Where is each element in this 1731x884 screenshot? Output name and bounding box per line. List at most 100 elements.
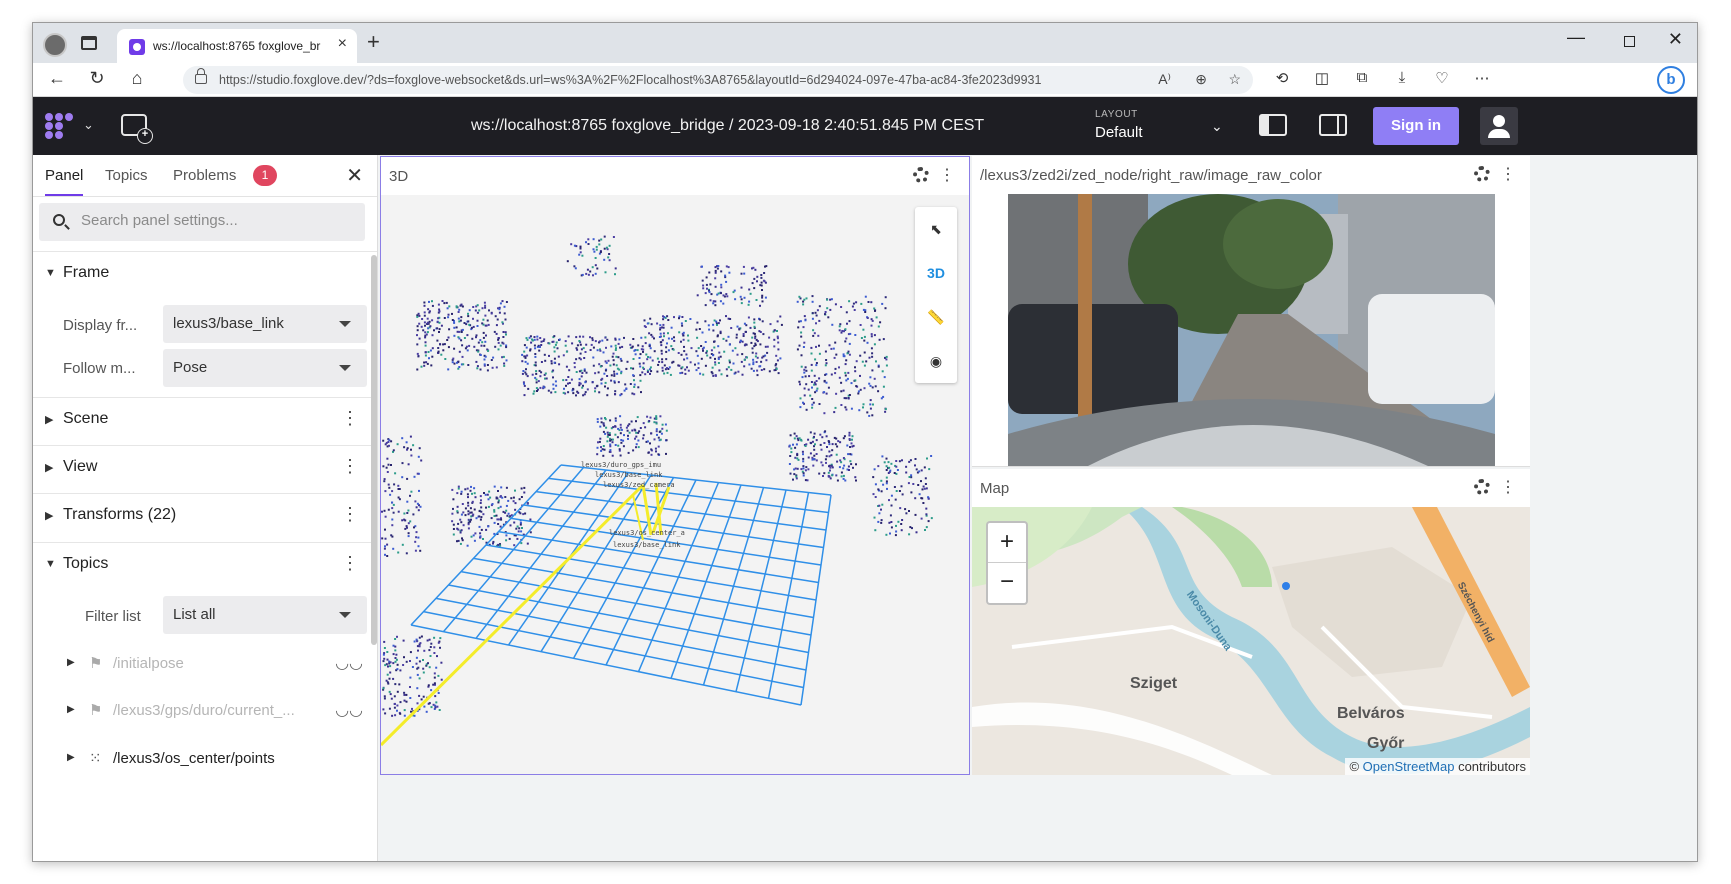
browser-tab[interactable]: ws://localhost:8765 foxglove_bridge × (117, 29, 357, 63)
section-scene[interactable]: ▶ Scene ⋮ (33, 397, 377, 445)
expand-caret-icon[interactable]: ▼ (45, 558, 56, 570)
cloud-point (614, 273, 616, 276)
left-sidebar-toggle-icon[interactable] (1259, 114, 1287, 136)
cloud-point (888, 521, 891, 524)
expand-caret-icon[interactable]: ▶ (45, 413, 53, 426)
panel-3d[interactable]: 3D ⋮ lexus3/duro_gps_imu lexus3/base_lin… (380, 156, 970, 775)
close-window-button[interactable]: ✕ (1668, 29, 1683, 50)
cloud-point (704, 364, 707, 367)
right-sidebar-toggle-icon[interactable] (1319, 114, 1347, 136)
openstreetmap-link[interactable]: OpenStreetMap (1363, 759, 1455, 774)
tab-problems[interactable]: Problems (173, 167, 236, 184)
new-tab-button[interactable]: + (367, 29, 380, 55)
sidebar-scrollbar[interactable] (371, 255, 377, 645)
expand-caret-icon[interactable]: ▶ (67, 704, 75, 715)
data-source-title[interactable]: ws://localhost:8765 foxglove_bridge / 20… (471, 117, 984, 135)
panel-menu-icon[interactable]: ⋮ (1500, 477, 1516, 497)
reload-button[interactable]: ↻ (85, 68, 109, 89)
gear-icon[interactable] (1474, 166, 1490, 182)
expand-caret-icon[interactable]: ▶ (45, 509, 53, 522)
zoom-icon[interactable]: ⊕ (1195, 71, 1207, 88)
collections-icon[interactable]: ⧉ (1351, 69, 1373, 86)
section-frame-label: Frame (63, 264, 110, 281)
cloud-point (501, 300, 504, 303)
tab-actions-icon[interactable] (81, 36, 97, 50)
read-aloud-icon[interactable]: A⁾ (1158, 71, 1171, 88)
panel-menu-icon[interactable]: ⋮ (1500, 164, 1516, 184)
section-menu-icon[interactable]: ⋮ (341, 408, 359, 429)
app-menu-chevron-icon[interactable]: ⌄ (83, 117, 94, 133)
cloud-point (412, 513, 415, 516)
cloud-point (534, 353, 537, 355)
more-menu-icon[interactable]: ⋯ (1471, 69, 1493, 87)
tab-close-icon[interactable]: × (338, 35, 347, 53)
maximize-button[interactable] (1624, 36, 1635, 47)
panel-menu-icon[interactable]: ⋮ (939, 165, 955, 185)
topic-row[interactable]: ▶ ⚑ /initialpose ◡◡ (33, 641, 377, 689)
visibility-hidden-icon[interactable]: ◡◡ (335, 700, 363, 720)
zoom-in-button[interactable]: + (988, 523, 1026, 563)
cloud-point (443, 317, 446, 319)
select-cursor-icon[interactable]: ⬉ (915, 207, 957, 251)
extensions-icon[interactable]: ⟲ (1271, 69, 1293, 87)
layout-selector[interactable]: Default (1095, 124, 1143, 141)
measure-ruler-icon[interactable]: 📏 (915, 295, 957, 339)
tab-topics[interactable]: Topics (105, 167, 148, 184)
user-account-icon[interactable] (1480, 107, 1518, 145)
layout-chevron-icon[interactable]: ⌄ (1211, 118, 1223, 135)
panel-map[interactable]: Map ⋮ Sziget Belváros Győr Mosoni-Duna S… (972, 469, 1530, 775)
section-menu-icon[interactable]: ⋮ (341, 456, 359, 477)
back-button[interactable]: ← (45, 68, 69, 89)
expand-caret-icon[interactable]: ▶ (67, 752, 75, 763)
zoom-out-button[interactable]: − (988, 563, 1026, 603)
url-input[interactable]: https://studio.foxglove.dev/?ds=foxglove… (183, 66, 1253, 94)
display-frame-select[interactable]: lexus3/base_link (163, 305, 367, 343)
favorite-star-icon[interactable]: ☆ (1228, 71, 1241, 88)
cloud-point (838, 325, 841, 328)
section-menu-icon[interactable]: ⋮ (341, 504, 359, 525)
cloud-point (673, 339, 676, 342)
visibility-hidden-icon[interactable]: ◡◡ (335, 653, 363, 673)
gear-icon[interactable] (913, 167, 929, 183)
expand-caret-icon[interactable]: ▶ (67, 657, 75, 668)
gear-icon[interactable] (1474, 479, 1490, 495)
cloud-point (815, 345, 817, 348)
scene-3d-viewport[interactable]: lexus3/duro_gps_imu lexus3/base_link lex… (381, 195, 969, 774)
profile-avatar[interactable] (43, 33, 67, 57)
section-topics[interactable]: ▼ Topics ⋮ (33, 542, 377, 590)
cloud-point (456, 527, 459, 530)
cloud-point (800, 335, 803, 338)
foxglove-logo-icon[interactable] (45, 113, 75, 139)
section-transforms[interactable]: ▶ Transforms (22) ⋮ (33, 493, 377, 541)
view-mode-3d-button[interactable]: 3D (915, 251, 957, 295)
split-screen-icon[interactable]: ◫ (1311, 69, 1333, 87)
minimize-button[interactable]: — (1567, 27, 1585, 48)
cloud-point (679, 372, 682, 375)
panel-image[interactable]: /lexus3/zed2i/zed_node/right_raw/image_r… (972, 156, 1530, 467)
expand-caret-icon[interactable]: ▼ (45, 267, 56, 279)
map-view[interactable]: Sziget Belváros Győr Mosoni-Duna Széchen… (972, 507, 1530, 775)
section-frame[interactable]: ▼ Frame (33, 251, 377, 299)
cloud-point (734, 298, 737, 301)
search-input[interactable] (81, 212, 351, 229)
section-menu-icon[interactable]: ⋮ (341, 553, 359, 574)
sign-in-button[interactable]: Sign in (1373, 107, 1459, 145)
copilot-icon[interactable]: b (1657, 66, 1685, 94)
lock-icon[interactable] (195, 68, 207, 84)
add-panel-icon[interactable] (121, 114, 153, 144)
browser-essentials-icon[interactable]: ♡ (1431, 69, 1453, 87)
section-view[interactable]: ▶ View ⋮ (33, 445, 377, 493)
topic-row[interactable]: ▶ ⚑ /lexus3/gps/duro/current_... ◡◡ (33, 688, 377, 736)
panel-settings-search[interactable] (39, 203, 365, 241)
downloads-icon[interactable]: ⤓ (1391, 69, 1413, 86)
topic-row[interactable]: ▶ ⁙ /lexus3/os_center/points (33, 736, 377, 784)
home-button[interactable]: ⌂ (125, 68, 149, 89)
filter-list-select[interactable]: List all (163, 596, 367, 634)
publish-point-icon[interactable]: ◉ (915, 339, 957, 383)
close-sidebar-icon[interactable]: ✕ (346, 163, 363, 188)
follow-mode-select[interactable]: Pose (163, 349, 367, 387)
tab-panel[interactable]: Panel (45, 167, 84, 196)
url-text[interactable]: https://studio.foxglove.dev/?ds=foxglove… (219, 73, 1041, 87)
cloud-point (921, 488, 924, 491)
expand-caret-icon[interactable]: ▶ (45, 461, 53, 474)
